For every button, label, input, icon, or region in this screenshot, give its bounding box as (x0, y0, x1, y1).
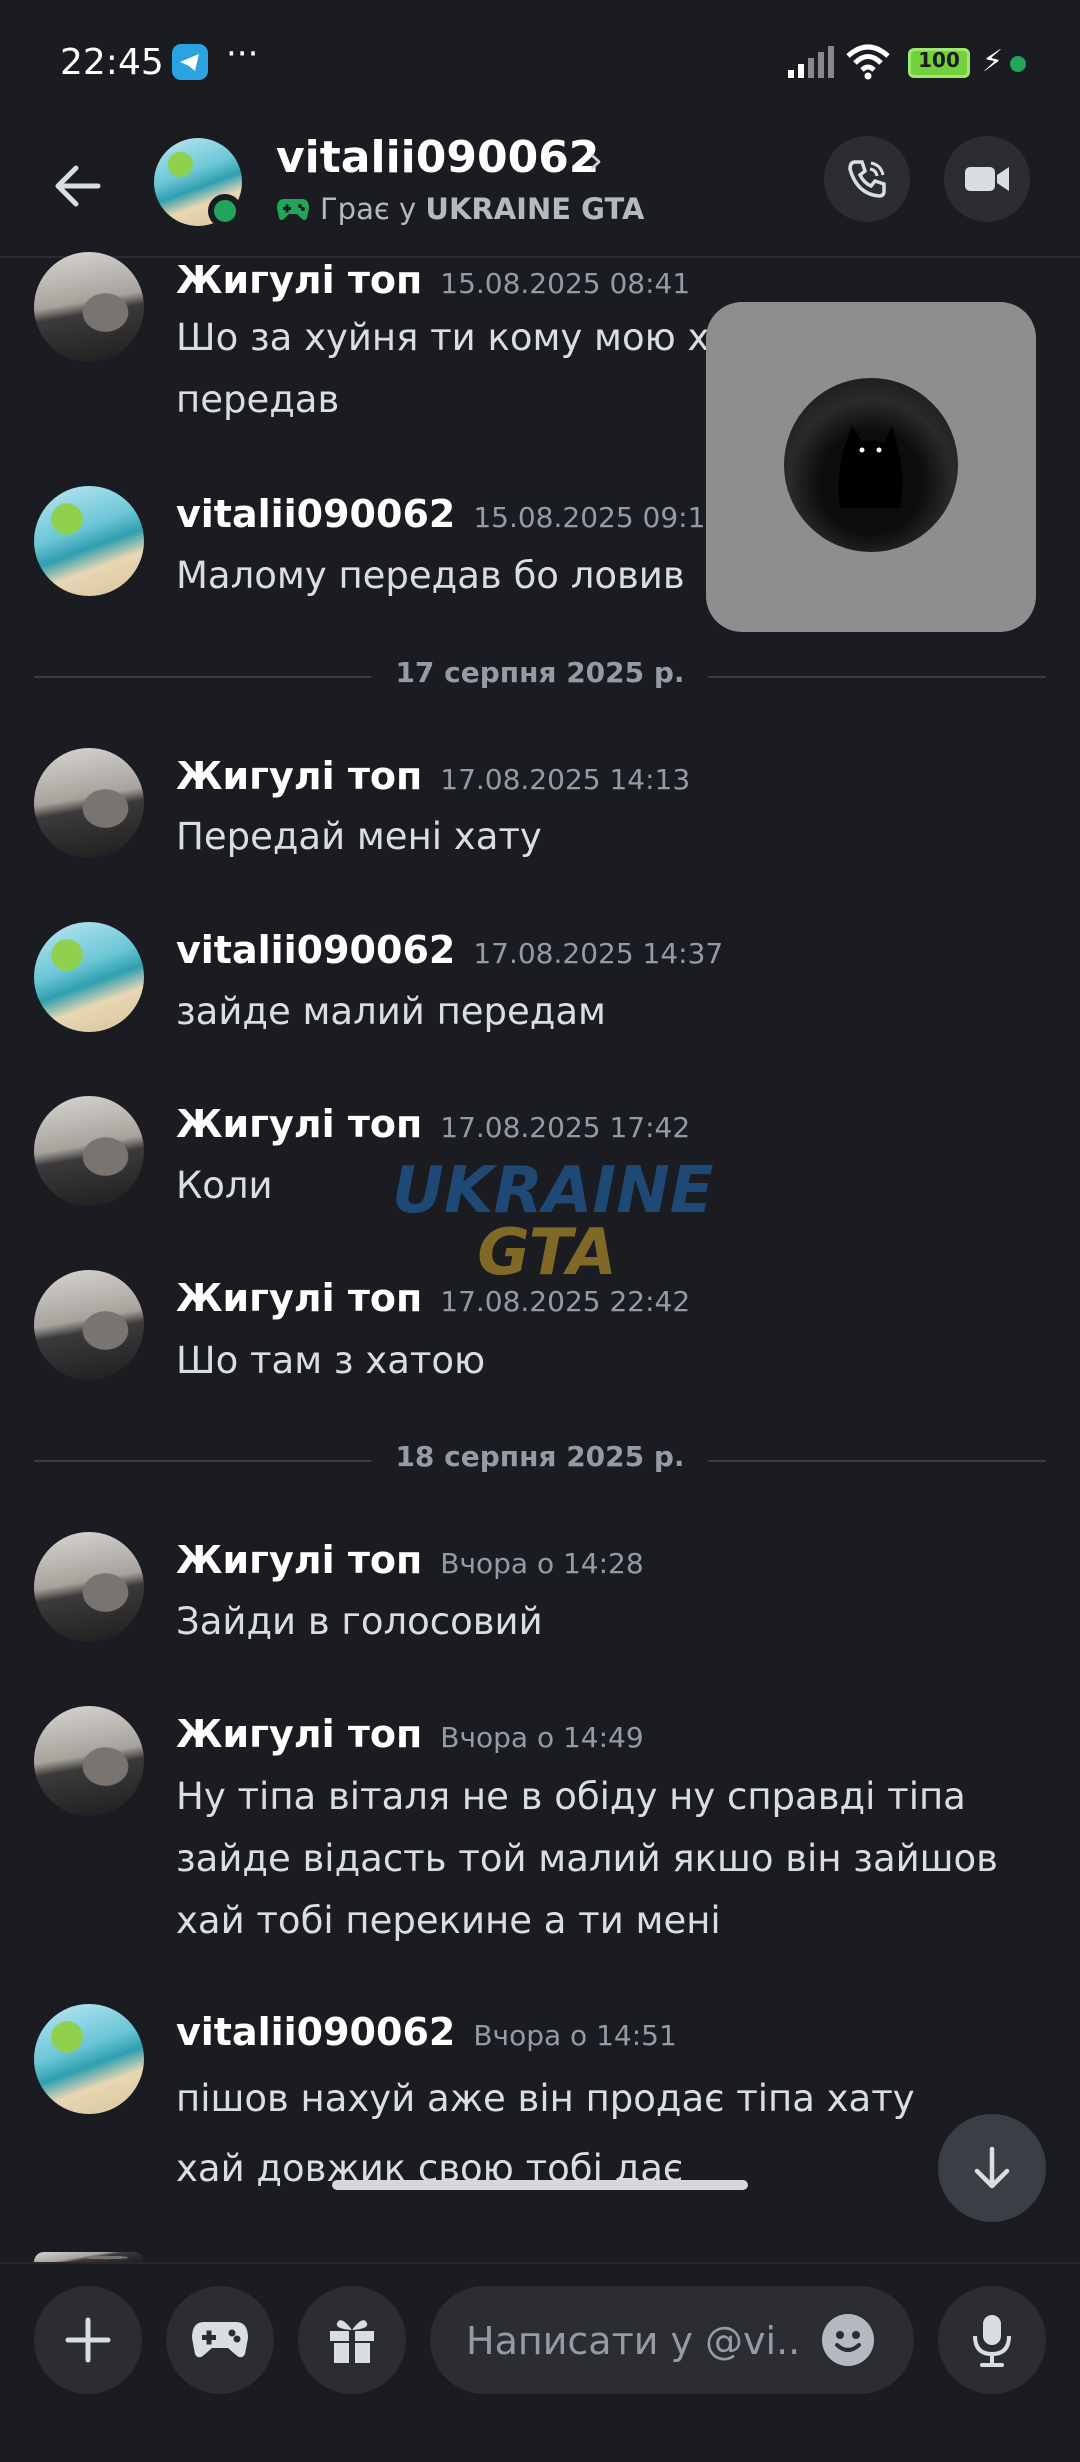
plus-icon (65, 2317, 111, 2363)
status-bar: 22:45 ··· 100 ⚡ (0, 0, 1080, 130)
message-timestamp: Вчора о 14:28 (440, 1547, 644, 1580)
active-indicator-dot (1010, 56, 1026, 72)
message-text: Ну тіпа віталя не в обіду ну справді тіп… (176, 1775, 998, 1942)
message-timestamp: 17.08.2025 17:42 (440, 1111, 691, 1144)
attach-button[interactable] (34, 2286, 142, 2394)
message-avatar[interactable] (34, 1096, 144, 1206)
scroll-to-bottom-button[interactable] (938, 2114, 1046, 2222)
voice-call-button[interactable] (824, 136, 910, 222)
message-text: Зайди в голосовий (176, 1600, 543, 1643)
arrow-down-icon (974, 2146, 1010, 2189)
message-author[interactable]: Жигулі топ Вчора о 14:28 (176, 1538, 644, 1582)
message-author[interactable]: vitalii090062 15.08.2025 09:19 (176, 492, 723, 536)
home-indicator[interactable] (332, 2180, 748, 2190)
message-avatar[interactable] (34, 486, 144, 596)
telegram-icon (172, 44, 208, 80)
microphone-icon (973, 2315, 1011, 2367)
online-status-dot (208, 194, 242, 228)
message-timestamp: 15.08.2025 09:19 (473, 501, 724, 534)
contact-activity: Грає у UKRAINE GTA (276, 192, 644, 226)
message-author[interactable]: Жигулі топ 17.08.2025 14:13 (176, 754, 690, 798)
message-timestamp: 15.08.2025 08:41 (440, 267, 691, 300)
date-divider-label: 18 серпня 2025 р. (371, 1440, 709, 1473)
message-avatar[interactable] (34, 2004, 144, 2114)
ukraine-gta-watermark: UKRAINE GTA (392, 1154, 714, 1290)
gift-icon (330, 2320, 374, 2363)
gift-button[interactable] (298, 2286, 406, 2394)
message-input-wrapper (430, 2286, 914, 2396)
message-text: Передай мені хату (176, 815, 542, 858)
message-avatar[interactable] (34, 1270, 144, 1380)
more-notifications-icon: ··· (226, 34, 259, 74)
signal-icon (788, 46, 834, 78)
message-avatar[interactable] (34, 1532, 144, 1642)
date-divider: 18 серпня 2025 р. (34, 1440, 1046, 1473)
back-arrow-icon[interactable] (48, 156, 108, 216)
message-avatar[interactable] (34, 252, 144, 362)
message-author[interactable]: vitalii090062 Вчора о 14:51 (176, 2010, 677, 2054)
message-composer (0, 2180, 1080, 2462)
charging-icon: ⚡ (982, 44, 1004, 79)
date-divider: 17 серпня 2025 р. (34, 656, 1046, 689)
message-avatar[interactable] (34, 922, 144, 1032)
battery-level: 100 (918, 48, 960, 72)
status-time: 22:45 (60, 42, 164, 83)
video-camera-icon (965, 167, 1009, 191)
emoji-icon[interactable] (822, 2314, 874, 2366)
message-author[interactable]: Жигулі топ Вчора о 14:49 (176, 1712, 644, 1756)
date-divider-label: 17 серпня 2025 р. (371, 656, 709, 689)
message-timestamp: Вчора о 14:51 (473, 2019, 677, 2052)
message-timestamp: 17.08.2025 14:37 (473, 937, 724, 970)
contact-name[interactable]: vitalii090062 (276, 132, 599, 183)
message-author[interactable]: vitalii090062 17.08.2025 14:37 (176, 928, 723, 972)
gamepad-icon (192, 2322, 248, 2358)
phone-icon (848, 160, 886, 198)
cat-silhouette-icon (838, 426, 903, 508)
message-input[interactable] (464, 2286, 798, 2396)
message-avatar[interactable] (34, 1706, 144, 1816)
activity-prefix: Грає у (320, 192, 426, 226)
wifi-icon (846, 44, 890, 80)
activities-button[interactable] (166, 2286, 274, 2394)
battery-indicator: 100 (908, 48, 970, 78)
activity-game: UKRAINE GTA (425, 192, 645, 226)
video-call-button[interactable] (944, 136, 1030, 222)
message-author[interactable]: Жигулі топ 17.08.2025 17:42 (176, 1102, 690, 1146)
voice-message-button[interactable] (938, 2286, 1046, 2394)
message-timestamp: Вчора о 14:49 (440, 1721, 644, 1754)
message-avatar-partial (34, 2252, 144, 2262)
message-text: зайде малий передам (176, 990, 606, 1033)
chevron-right-icon[interactable]: › (588, 138, 603, 182)
call-participant-avatar (784, 378, 958, 552)
floating-call-bubble[interactable] (706, 302, 1036, 632)
message-author[interactable]: Жигулі топ 15.08.2025 08:41 (176, 258, 690, 302)
gamepad-icon (277, 199, 309, 220)
message-text: Шо там з хатою (176, 1339, 486, 1382)
message-avatar[interactable] (34, 748, 144, 858)
chat-header: vitalii090062 › Грає у UKRAINE GTA (0, 130, 1080, 258)
message-timestamp: 17.08.2025 14:13 (440, 763, 691, 796)
